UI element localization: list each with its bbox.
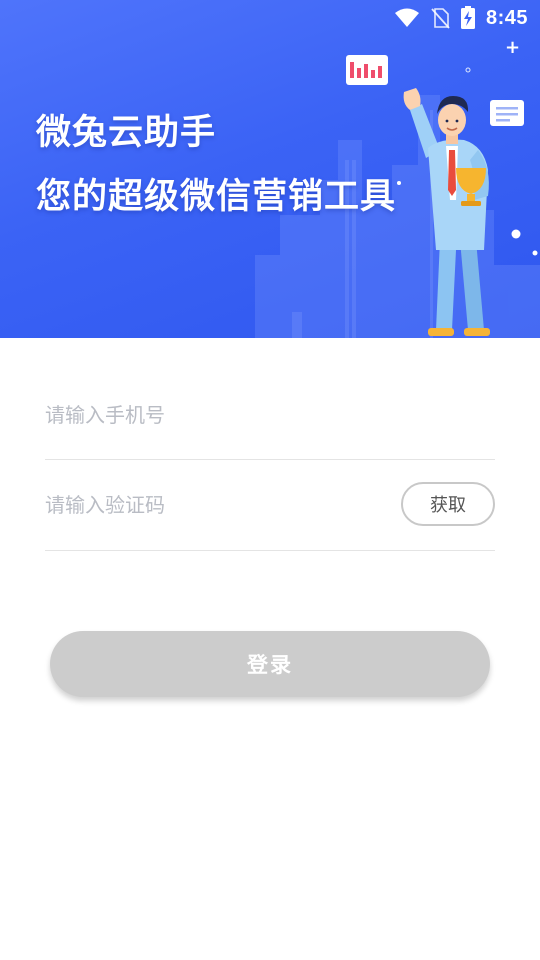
status-time: 8:45 [485, 6, 528, 29]
svg-text:+: + [505, 37, 520, 58]
hero-title: 微兔云助手 [36, 113, 217, 153]
phone-input[interactable] [45, 394, 375, 435]
status-bar: 8:45 [0, 0, 540, 36]
get-code-button[interactable]: 获取 [401, 482, 495, 526]
login-form: 获取 [45, 370, 495, 551]
chart-card-icon [346, 55, 388, 85]
phone-field-row [45, 370, 495, 460]
login-button[interactable]: 登录 [50, 631, 490, 697]
code-field-row: 获取 [45, 460, 495, 551]
document-card-icon [490, 100, 524, 126]
login-screen: + 8:45 微兔云助手 您的超级微信营销工具 请输入手机号 请输入验证码 获取… [0, 0, 540, 960]
wifi-icon [394, 7, 420, 29]
no-sim-icon [430, 7, 450, 29]
hero-banner: + 8:45 微兔云助手 您的超级微信营销工具 [0, 0, 540, 338]
battery-charging-icon [460, 6, 476, 30]
verification-code-input[interactable] [45, 485, 375, 525]
hero-subtitle: 您的超级微信营销工具 [36, 177, 397, 217]
